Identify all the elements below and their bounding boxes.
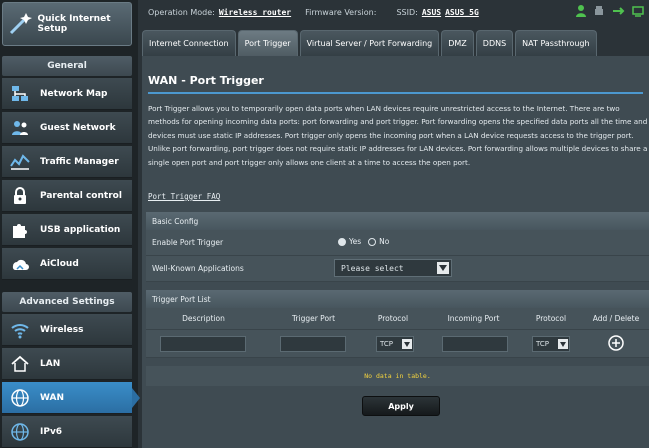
page-description: Port Trigger allows you to temporarily o…	[148, 104, 648, 167]
sidebar-item-network-map[interactable]: Network Map	[2, 78, 132, 110]
operation-mode-label: Operation Mode:	[148, 7, 215, 17]
sidebar-item-wan[interactable]: WAN	[2, 382, 132, 414]
incoming-protocol-value: TCP	[536, 340, 549, 348]
sidebar-item-label: AiCloud	[40, 258, 79, 269]
tab-port-trigger[interactable]: Port Trigger	[237, 30, 298, 56]
tab-nat-passthrough[interactable]: NAT Passthrough	[515, 30, 597, 56]
general-section-title: General	[2, 56, 132, 76]
trigger-input-row: TCP TCP	[146, 330, 649, 358]
incoming-protocol-select[interactable]: TCP	[532, 336, 570, 352]
add-icon[interactable]	[608, 335, 624, 351]
ssid-link-5g[interactable]: ASUS_5G	[445, 8, 479, 17]
sidebar-item-usb-application[interactable]: USB application	[2, 214, 132, 246]
sidebar-item-label: Parental control	[40, 190, 122, 201]
printer-status-icon[interactable]	[593, 4, 605, 18]
sidebar-item-parental-control[interactable]: Parental control	[2, 180, 132, 212]
cloud-house-icon	[8, 252, 32, 276]
no-data-message: No data in table.	[146, 366, 649, 386]
sidebar-item-label: Wireless	[40, 324, 84, 335]
yes-radio-label: Yes	[349, 237, 362, 246]
operation-mode-link[interactable]: Wireless router	[219, 8, 291, 17]
enable-port-trigger-label: Enable Port Trigger	[152, 238, 224, 247]
puzzle-icon	[8, 218, 32, 242]
sidebar-item-wireless[interactable]: Wireless	[2, 314, 132, 346]
no-radio-label: No	[379, 237, 390, 246]
tab-dmz[interactable]: DMZ	[441, 30, 474, 56]
sidebar-item-label: USB application	[40, 224, 121, 235]
yes-radio[interactable]	[338, 237, 346, 246]
globe-icon	[8, 386, 32, 410]
page-title: WAN - Port Trigger	[148, 74, 264, 87]
no-radio[interactable]	[368, 237, 377, 246]
sidebar-item-label: IPv6	[40, 426, 63, 437]
globe-icon	[8, 420, 32, 444]
sidebar-item-aicloud[interactable]: AiCloud	[2, 248, 132, 280]
column-header: Trigger Port	[291, 314, 336, 323]
traffic-manager-icon	[8, 150, 32, 174]
wifi-icon	[8, 318, 32, 342]
advanced-settings-section-title: Advanced Settings	[2, 292, 132, 312]
chevron-down-icon	[558, 339, 568, 349]
incoming-port-input[interactable]	[442, 336, 508, 352]
trigger-protocol-value: TCP	[380, 340, 393, 348]
title-divider	[148, 92, 643, 94]
chevron-down-icon	[437, 262, 449, 274]
network-status-icon[interactable]	[631, 4, 645, 18]
usb-status-icon[interactable]	[611, 4, 625, 18]
lock-icon	[8, 184, 32, 208]
status-bar: Operation Mode: Wireless router Firmware…	[140, 0, 649, 24]
sidebar-item-traffic-manager[interactable]: Traffic Manager	[2, 146, 132, 178]
client-status-icon[interactable]	[575, 4, 587, 18]
well-known-apps-row: Well-Known Applications Please select	[146, 256, 649, 282]
sidebar-item-label: Network Map	[40, 88, 108, 99]
column-header: Add / Delete	[592, 314, 640, 323]
sidebar-item-ipv6[interactable]: IPv6	[2, 416, 132, 448]
ssid-link-2g[interactable]: ASUS	[422, 8, 441, 17]
main-panel: WAN - Port Trigger Port Trigger allows y…	[142, 56, 649, 448]
tab-ddns[interactable]: DDNS	[475, 30, 514, 56]
description-input[interactable]	[160, 336, 246, 352]
ssid-label: SSID:	[396, 7, 418, 17]
quick-internet-setup-label: Quick Internet Setup	[37, 14, 111, 34]
basic-config-header: Basic Config	[146, 212, 649, 230]
status-icons	[575, 4, 645, 18]
network-map-icon	[8, 82, 32, 106]
quick-internet-setup-button[interactable]: Quick Internet Setup	[2, 2, 132, 46]
column-header: Protocol	[377, 314, 409, 323]
trigger-protocol-select[interactable]: TCP	[376, 336, 414, 352]
sidebar-item-lan[interactable]: LAN	[2, 348, 132, 380]
trigger-table-header: Description Trigger Port Protocol Incomi…	[146, 308, 649, 330]
column-header: Description	[182, 314, 225, 323]
column-header: Protocol	[535, 314, 567, 323]
well-known-apps-select[interactable]: Please select	[334, 259, 452, 277]
sidebar-item-label: LAN	[40, 358, 61, 369]
well-known-apps-value: Please select	[341, 263, 404, 273]
tab-virtual-server[interactable]: Virtual Server / Port Forwarding	[299, 30, 440, 56]
enable-port-trigger-row: Enable Port Trigger Yes No	[146, 230, 649, 256]
sidebar-item-label: Traffic Manager	[40, 156, 119, 167]
chevron-down-icon	[402, 339, 412, 349]
trigger-port-list-header: Trigger Port List	[146, 290, 649, 308]
tab-bar: Internet Connection Port Trigger Virtual…	[142, 30, 597, 56]
active-item-pointer	[132, 388, 140, 408]
sidebar-item-label: WAN	[40, 392, 65, 403]
guest-network-icon	[8, 116, 32, 140]
sidebar: Quick Internet Setup General Network Map…	[0, 0, 140, 448]
sidebar-item-guest-network[interactable]: Guest Network	[2, 112, 132, 144]
trigger-port-input[interactable]	[280, 336, 346, 352]
magic-wand-icon	[7, 9, 33, 39]
firmware-version-label: Firmware Version:	[305, 7, 377, 17]
column-header: Incoming Port	[447, 314, 500, 323]
well-known-apps-label: Well-Known Applications	[152, 264, 244, 273]
apply-button[interactable]: Apply	[362, 396, 440, 416]
sidebar-item-label: Guest Network	[40, 122, 116, 133]
tab-internet-connection[interactable]: Internet Connection	[142, 30, 236, 56]
house-icon	[8, 352, 32, 376]
enable-port-trigger-radios: Yes No	[338, 237, 389, 246]
faq-link[interactable]: Port Trigger FAQ	[148, 192, 220, 201]
